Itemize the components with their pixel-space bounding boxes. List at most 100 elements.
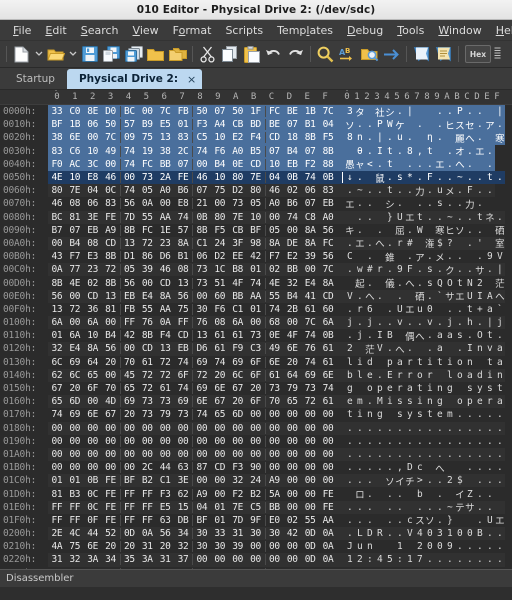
hex-byte[interactable]: 6E [211,383,229,394]
ascii-char[interactable]: . [425,423,435,434]
ascii-char[interactable]: . [495,528,505,539]
row-hex-bytes[interactable]: 62 6C 65 00 45 72 72 6F 72 20 6C 6F 61 64 69 6E [48,368,337,382]
hex-row[interactable]: 0210h: 4A 75 6E 20 20 31 20 32 30 30 39 00 00 00 0D 0A Ju… [0,540,512,553]
tab-physical-drive-2[interactable]: Physical Drive 2: × [66,69,203,89]
hex-byte[interactable]: 81 [102,304,120,315]
hex-byte[interactable]: 02 [84,278,102,289]
hex-byte[interactable]: 0A [138,528,156,539]
hex-byte[interactable]: 07 [174,159,192,170]
ascii-char[interactable]: . [345,264,355,275]
ascii-char[interactable]: . [485,409,495,420]
ascii-char[interactable]: . [425,212,435,223]
hex-byte[interactable]: BE [283,106,301,117]
hex-byte[interactable]: 13 [156,343,174,354]
row-ascii[interactable]: V.へ. . 硒. ` サエ U I A へ [337,289,505,303]
hex-row[interactable]: 0120h: 32 E4 8A 56 00 CD 13 EB D6 61 F9 C3 49 6E 76 61 2 … [0,342,512,356]
ascii-char[interactable] [375,276,385,290]
hex-byte[interactable]: 00 [102,370,120,381]
hex-byte[interactable]: 00 [247,541,265,552]
hex-byte[interactable]: 24 [247,475,265,486]
ascii-char[interactable]: . [385,304,395,315]
ascii-char[interactable] [445,131,455,145]
hex-row[interactable]: 0220h: 31 32 3A 34 35 3A 31 37 00 00 00 00 00 00 0D 0A 1 2… [0,553,512,567]
ascii-char[interactable]: . [475,119,485,130]
hex-byte[interactable]: 63 [156,515,174,526]
hex-byte[interactable]: 72 [301,396,319,407]
ascii-char[interactable]: . [455,304,465,315]
ascii-char[interactable]: . [345,528,355,539]
ascii-char[interactable]: . [415,119,425,130]
hex-byte[interactable]: 32 [229,475,247,486]
row-ascii[interactable]: キ. . 屈.W 寒ヒソ.. 硒 [337,224,505,238]
hex-byte[interactable]: 10 [266,159,284,170]
ascii-char[interactable]: . [375,423,385,434]
hex-byte[interactable]: C8 [301,212,319,223]
hex-byte[interactable]: 73 [229,198,247,209]
hex-byte[interactable]: 75 [66,541,84,552]
ascii-char[interactable]: . [465,541,475,552]
ascii-char[interactable]: U [465,291,475,302]
ascii-char[interactable]: $ [435,238,445,249]
hex-byte[interactable]: D6 [193,343,211,354]
hex-byte[interactable]: BC [121,106,139,117]
hex-byte[interactable]: 2B [283,304,301,315]
hex-byte[interactable]: 73 [174,409,192,420]
save-as-icon[interactable] [101,44,122,65]
hex-byte[interactable]: 00 [48,423,66,434]
ascii-char[interactable]: r [425,370,435,381]
ascii-char[interactable]: . [425,198,435,209]
row-hex-bytes[interactable]: 00 B4 08 CD 13 72 23 8A C1 24 3F 98 8A DE 8A FC [48,236,337,251]
hex-byte[interactable]: 57 [174,225,192,236]
hex-byte[interactable]: AA [247,291,265,302]
hex-byte[interactable]: 56 [319,251,337,262]
ascii-char[interactable]: t [345,409,355,420]
hex-byte[interactable]: 74 [247,278,265,289]
ascii-char[interactable]: . [465,238,475,249]
hex-row[interactable]: 00F0h: 13 72 36 81 FB 55 AA 75 30 F6 C1 01 74 2B 61 60. r… [0,303,512,316]
ascii-char[interactable]: . [485,528,495,539]
hex-byte[interactable]: E2 [283,251,301,262]
hex-byte[interactable]: 30 [193,304,211,315]
ascii-char[interactable]: . [415,423,425,434]
ascii-char[interactable]: セ [465,118,475,132]
ascii-char[interactable]: s [425,278,435,289]
ascii-char[interactable]: 鼠 [375,171,385,185]
ascii-char[interactable]: . [395,146,405,157]
ascii-char[interactable]: . [455,409,465,420]
hex-byte[interactable]: 00 [247,423,265,434]
ascii-char[interactable]: . [415,317,425,328]
ascii-char[interactable]: ロ [355,487,365,501]
hex-byte[interactable]: AA [156,212,174,223]
hex-byte[interactable]: 1C [211,264,229,275]
hex-byte[interactable]: 61 [211,330,229,341]
hex-row[interactable]: 0060h: 80 7E 04 0C 74 05 A0 B6 07 75 D2 80 46 02 06 83. ~… [0,184,512,198]
ascii-char[interactable]: m [355,396,365,407]
ascii-char[interactable] [435,144,445,158]
ascii-char[interactable]: . [365,515,375,526]
hex-byte[interactable]: 72 [102,264,120,275]
ascii-char[interactable]: . [475,225,485,236]
ascii-char[interactable]: . [375,225,385,236]
ascii-char[interactable]: t [415,383,425,394]
hex-byte[interactable]: 00 [121,343,139,354]
hex-row[interactable]: 00D0h: 8B 4E 02 8B 56 00 CD 13 73 51 4F 74 4E 32 E4 8A 起… [0,276,512,290]
hex-byte[interactable]: 00 [319,436,337,447]
ascii-char[interactable]: a [495,357,505,368]
ascii-char[interactable]: . [475,423,485,434]
hex-byte[interactable]: 00 [193,291,211,302]
ascii-char[interactable]: ~ [445,502,455,513]
hex-byte[interactable]: 4E [48,172,66,183]
ascii-char[interactable]: t [385,146,395,157]
hex-byte[interactable]: 44 [84,528,102,539]
hex-byte[interactable]: BB [266,502,284,513]
hex-byte[interactable]: 00 [66,436,84,447]
hex-byte[interactable]: 49 [102,146,120,157]
ascii-char[interactable]: . [365,238,375,249]
row-ascii[interactable]: .j.IB 偶へ.aas.Ot. [337,329,505,343]
hex-row[interactable]: 01C0h: 01 01 0B FE BF B2 C1 3E 00 00 32 24 A9 00 00 00..… [0,474,512,488]
open-folder-icon[interactable] [45,44,66,65]
hex-byte[interactable]: 00 [301,264,319,275]
ascii-char[interactable]: . [405,225,415,236]
hex-byte[interactable]: 13 [174,278,192,289]
hex-byte[interactable]: 0D [301,554,319,565]
